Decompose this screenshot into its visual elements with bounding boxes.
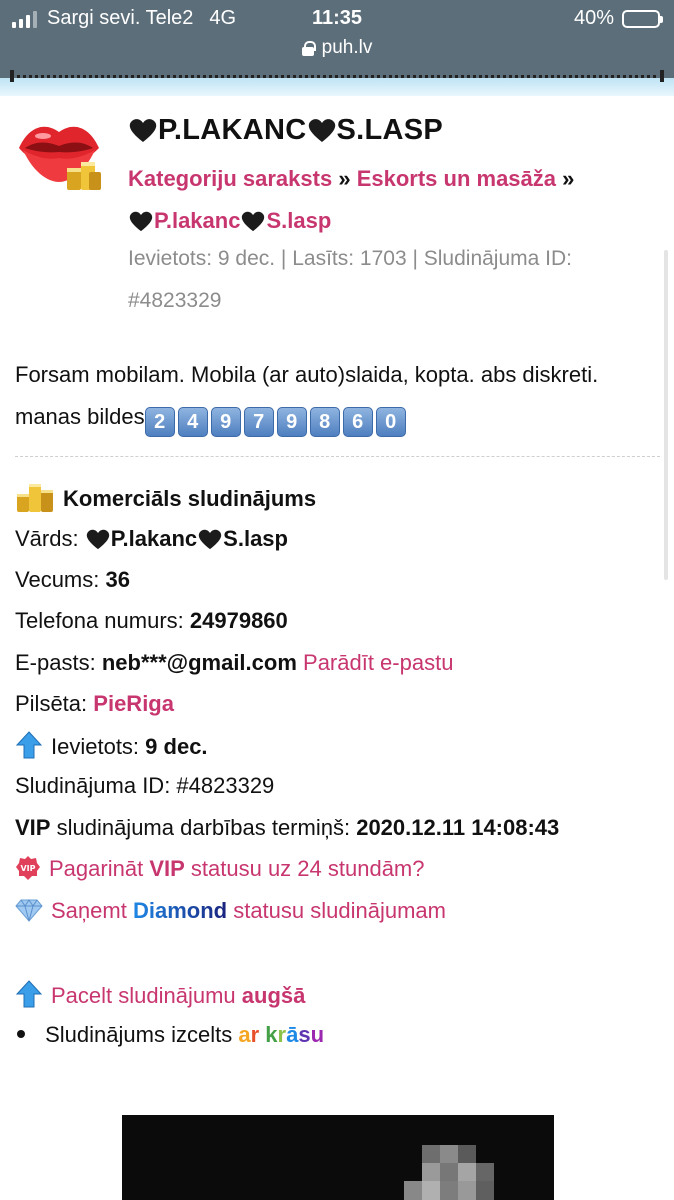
black-heart-icon — [129, 119, 157, 142]
email-value: neb***@gmail.com — [101, 650, 297, 675]
number-keycap-icon: 7 — [243, 407, 274, 437]
number-keycap-icon: 0 — [375, 407, 406, 437]
diamond-suffix: statusu sludinājumam — [233, 898, 446, 923]
posted-row: Ievietots: 9 dec. — [15, 730, 208, 762]
battery-status: 40% — [573, 7, 663, 30]
breadcrumb-current-part2: S.lasp — [266, 208, 332, 233]
number-keycap-icon: 2 — [144, 407, 175, 437]
posted-value: 9 dec. — [145, 734, 208, 759]
highlight-colored-text[interactable]: ar krāsu — [238, 1022, 324, 1047]
highlight-letter: a — [238, 1022, 251, 1047]
svg-text:VIP: VIP — [20, 864, 35, 873]
phone-value[interactable]: 24979860 — [190, 608, 288, 633]
raise-prefix: Pacelt sludinājumu — [51, 983, 236, 1008]
name-label: Vārds: — [15, 526, 79, 551]
ad-description: Forsam mobilam. Mobila (ar auto)slaida, … — [15, 354, 655, 438]
clock: 11:35 — [311, 7, 363, 29]
name-value-part1: P.lakanc — [110, 526, 198, 551]
ad-photo[interactable] — [122, 1115, 554, 1200]
city-link[interactable]: PieRiga — [93, 691, 174, 716]
black-heart-icon — [242, 211, 265, 232]
extend-vip-prefix: Pagarināt — [49, 856, 144, 881]
highlight-letter: s — [298, 1022, 311, 1047]
battery-icon — [622, 9, 663, 28]
diamond-prefix: Saņemt — [51, 898, 127, 923]
extend-vip-bold: VIP — [149, 856, 185, 881]
vip-term-value: 2020.12.11 14:08:43 — [356, 815, 560, 840]
breadcrumb-category[interactable]: Eskorts un masāža — [357, 166, 556, 191]
commercial-text: Komerciāls sludinājums — [63, 486, 317, 511]
address-bar[interactable]: puh.lv — [0, 37, 674, 59]
lips-coins-icon — [19, 126, 101, 190]
description-digits: 24979860 — [144, 404, 409, 437]
vip-term-label: sludinājuma darbības termiņš: — [56, 815, 351, 840]
status-bar: Sargi sevi. Tele2 4G 11:35 40% puh.lv — [0, 0, 674, 70]
breadcrumb-separator: » — [338, 166, 351, 191]
ad-title-part1: P.LAKANC — [158, 114, 307, 146]
city-label: Pilsēta: — [15, 691, 88, 716]
up-arrow-icon — [15, 731, 43, 759]
number-keycap-icon: 4 — [177, 407, 208, 437]
vip-label: VIP — [15, 815, 51, 840]
scrollbar[interactable] — [664, 250, 668, 580]
age-row: Vecums: 36 — [15, 565, 130, 595]
black-heart-icon — [198, 529, 222, 550]
raise-ad-link[interactable]: Pacelt sludinājumu augšā — [15, 979, 305, 1011]
show-email-link[interactable]: Parādīt e-pastu — [303, 650, 453, 675]
highlight-letter: r — [277, 1022, 287, 1047]
breadcrumb-current-part1: P.lakanc — [154, 208, 241, 233]
city-row: Pilsēta: PieRiga — [15, 689, 174, 719]
ad-id-row: Sludinājuma ID: #4823329 — [15, 773, 275, 798]
highlight-list-item: Sludinājums izcelts ar krāsu — [15, 1020, 324, 1050]
number-keycap-icon: 9 — [276, 407, 307, 437]
black-heart-icon — [129, 211, 153, 232]
ad-title: P.LAKANC S.LASP — [128, 114, 443, 147]
extend-vip-suffix: statusu uz 24 stundām? — [190, 856, 425, 881]
breadcrumb: Kategoriju saraksts » Eskorts un masāža … — [128, 158, 648, 242]
black-heart-icon — [86, 529, 109, 550]
diamond-word: Diamond — [132, 898, 228, 923]
age-label: Vecums: — [15, 567, 100, 592]
highlight-text: Sludinājums izcelts — [45, 1022, 233, 1047]
ad-title-part2: S.LASP — [336, 114, 444, 146]
email-row: E-pasts: neb***@gmail.com Parādīt e-past… — [15, 648, 453, 678]
url-text: puh.lv — [321, 37, 373, 58]
highlight-letter: k — [265, 1022, 278, 1047]
age-value: 36 — [105, 567, 130, 592]
raise-bold: augšā — [241, 983, 306, 1008]
section-divider — [15, 456, 660, 457]
black-heart-icon — [308, 119, 335, 142]
number-keycap-icon: 9 — [210, 407, 241, 437]
coins-icon — [17, 484, 53, 512]
ad-meta: Ievietots: 9 dec. | Lasīts: 1703 | Sludi… — [128, 247, 572, 312]
highlight-letter: u — [310, 1022, 325, 1047]
vip-term-row: VIP sludinājuma darbības termiņš: 2020.1… — [15, 813, 559, 843]
highlight-letter: ā — [286, 1022, 299, 1047]
site-header-strip — [0, 70, 674, 96]
phone-label: Telefona numurs: — [15, 608, 184, 633]
highlight-letter: r — [250, 1022, 260, 1047]
diamond-link[interactable]: Saņemt Diamond statusu sludinājumam — [15, 896, 446, 926]
number-keycap-icon: 8 — [309, 407, 340, 437]
commercial-label: Komerciāls sludinājums — [15, 480, 316, 514]
name-row: Vārds: P.lakanc S.lasp — [15, 524, 288, 554]
vip-badge-icon: VIP — [16, 856, 40, 880]
posted-label: Ievietots: — [51, 734, 140, 759]
breadcrumb-current[interactable]: P.lakanc S.lasp — [128, 208, 331, 233]
email-label: E-pasts: — [15, 650, 96, 675]
up-arrow-icon — [15, 980, 43, 1008]
battery-percent: 40% — [573, 7, 614, 29]
breadcrumb-separator: » — [562, 166, 575, 191]
diamond-icon — [15, 899, 43, 922]
name-value-part2: S.lasp — [223, 526, 288, 551]
extend-vip-link[interactable]: VIP Pagarināt VIP statusu uz 24 stundām? — [15, 854, 425, 884]
phone-row: Telefona numurs: 24979860 — [15, 606, 288, 636]
number-keycap-icon: 6 — [342, 407, 373, 437]
lock-icon — [301, 41, 316, 56]
breadcrumb-category-list[interactable]: Kategoriju saraksts — [128, 166, 332, 191]
